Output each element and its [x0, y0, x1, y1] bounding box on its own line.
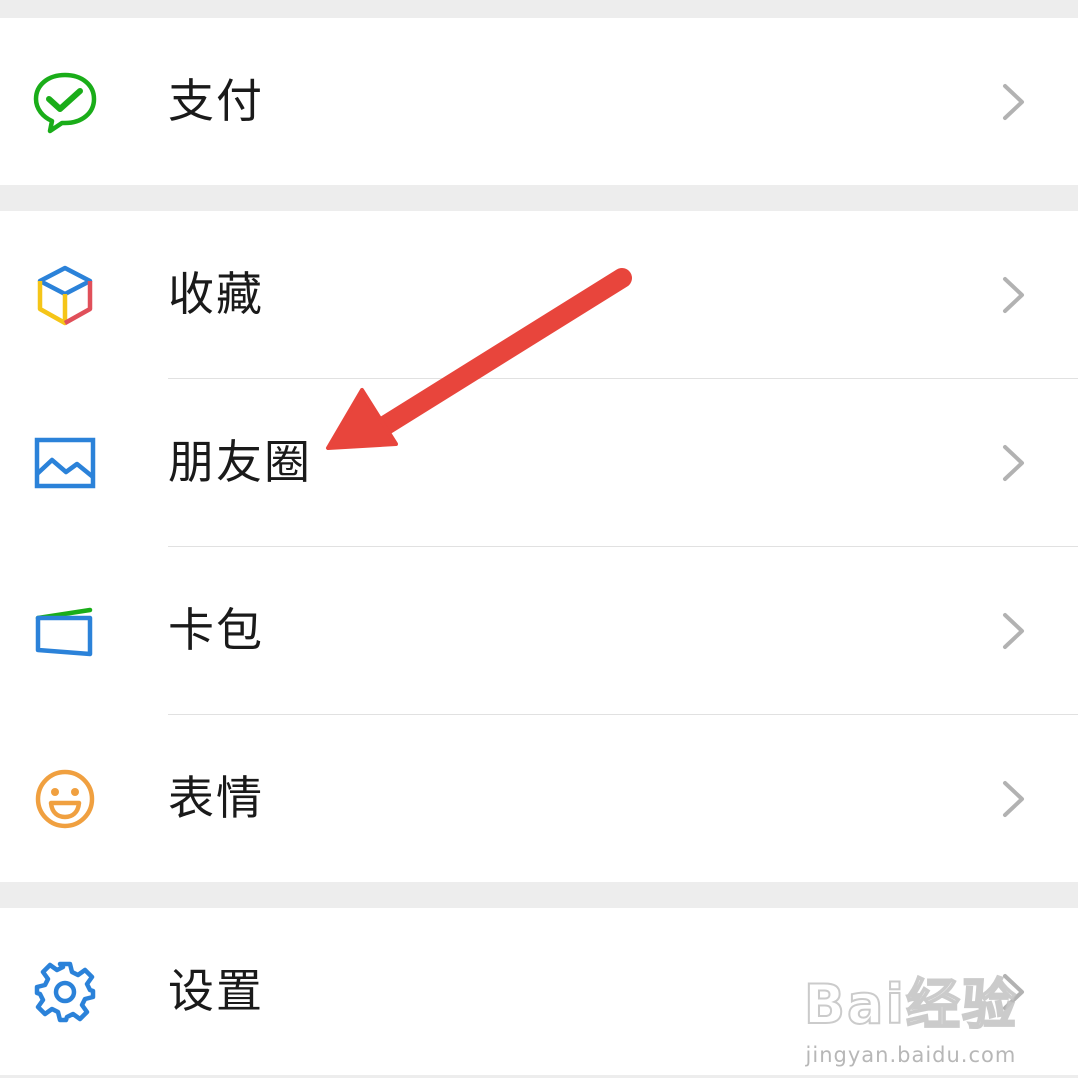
menu-label-favorites: 收藏 [168, 267, 264, 321]
watermark-logo: Bai经验 [803, 972, 1018, 1037]
chevron-right-icon [1000, 443, 1028, 483]
chevron-right-icon [1000, 275, 1028, 315]
moments-picture-icon [32, 430, 98, 496]
menu-label-pay: 支付 [168, 74, 264, 128]
menu-item-cards[interactable]: 卡包 [35, 546, 1078, 714]
chevron-right-icon [1000, 82, 1028, 122]
menu-label-moments: 朋友圈 [168, 435, 312, 489]
watermark: Bai经验 jingyan.baidu.com [803, 960, 1018, 1067]
menu-item-moments[interactable]: 朋友圈 [34, 378, 1078, 546]
chevron-right-icon [1000, 611, 1028, 651]
menu-label-settings: 设置 [168, 964, 264, 1018]
watermark-url: jingyan.baidu.com [805, 1043, 1017, 1067]
pay-section: 支付 [0, 18, 1078, 185]
card-wallet-icon [32, 598, 98, 664]
settings-gear-icon [32, 959, 98, 1025]
sticker-smile-icon [32, 766, 98, 832]
features-section: 收藏 朋友圈 卡包 表情 [0, 211, 1078, 882]
menu-item-stickers[interactable]: 表情 [35, 714, 1078, 882]
menu-label-cards: 卡包 [168, 603, 264, 657]
menu-item-pay[interactable]: 支付 [0, 18, 1078, 185]
menu-item-favorites[interactable]: 收藏 [0, 211, 1078, 378]
wechat-pay-icon [32, 69, 98, 135]
chevron-right-icon [1000, 779, 1028, 819]
menu-label-stickers: 表情 [168, 771, 264, 825]
favorites-cube-icon [32, 262, 98, 328]
